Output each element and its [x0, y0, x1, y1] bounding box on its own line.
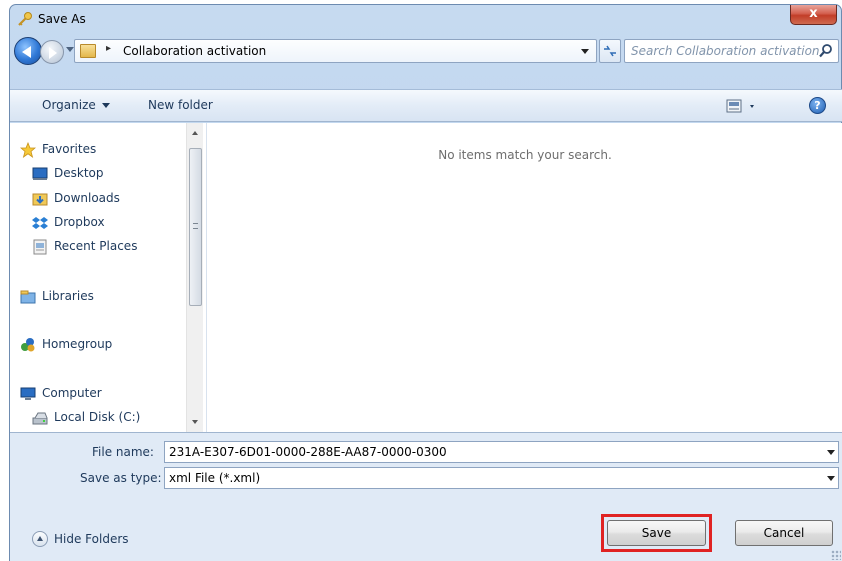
- sidebar-item-label: Libraries: [42, 289, 94, 303]
- recent-locations-dropdown[interactable]: [66, 47, 74, 52]
- file-list-pane[interactable]: No items match your search.: [206, 123, 842, 432]
- change-view-button[interactable]: [726, 99, 758, 114]
- search-placeholder: Search Collaboration activation: [631, 44, 820, 58]
- search-icon[interactable]: [818, 43, 834, 59]
- close-button[interactable]: x: [790, 5, 837, 25]
- sidebar-item-label: Desktop: [54, 166, 104, 180]
- homegroup-icon: [21, 338, 35, 352]
- forward-arrow-icon: [49, 47, 57, 59]
- save-type-value: xml File (*.xml): [169, 471, 261, 485]
- back-button[interactable]: [14, 37, 42, 65]
- key-icon: [18, 12, 32, 26]
- scroll-down-icon[interactable]: [192, 420, 198, 424]
- forward-button[interactable]: [40, 40, 64, 64]
- computer-icon: [20, 387, 36, 400]
- search-input[interactable]: Search Collaboration activation: [624, 39, 839, 63]
- sidebar-item-label: Homegroup: [42, 337, 113, 351]
- new-folder-button[interactable]: New folder: [148, 98, 213, 112]
- organize-label: Organize: [42, 98, 96, 112]
- star-icon: [20, 142, 36, 158]
- window-title: Save As: [38, 12, 86, 26]
- save-type-select[interactable]: xml File (*.xml): [164, 467, 839, 489]
- desktop-icon: [32, 167, 48, 180]
- dropbox-icon: [32, 217, 48, 229]
- title-bar[interactable]: Save As x: [10, 5, 841, 31]
- sidebar-item-label: Local Disk (C:): [54, 410, 141, 424]
- sidebar-item-label: Favorites: [42, 142, 97, 156]
- refresh-button[interactable]: [599, 39, 621, 63]
- scroll-up-icon[interactable]: [192, 131, 198, 135]
- address-history-dropdown[interactable]: [581, 49, 589, 54]
- file-name-label: File name:: [92, 445, 154, 459]
- command-bar: Organize New folder ?: [10, 89, 842, 122]
- save-type-label: Save as type:: [80, 471, 162, 485]
- sidebar-item-label: Computer: [42, 386, 102, 400]
- libraries-icon: [20, 290, 36, 304]
- chevron-down-icon[interactable]: [827, 476, 835, 481]
- sidebar-item-label: Recent Places: [54, 239, 138, 253]
- folder-icon: [80, 44, 96, 58]
- hard-drive-icon: [32, 412, 48, 425]
- refresh-icon: [604, 45, 616, 57]
- chevron-down-icon: [101, 103, 110, 108]
- navigation-pane: Favorites Desktop Downloads Dropbox Rece…: [10, 123, 206, 432]
- downloads-folder-icon: [32, 193, 48, 206]
- collapse-up-icon: [32, 531, 48, 547]
- sidebar-item-label: Dropbox: [54, 215, 105, 229]
- recent-places-icon: [33, 239, 47, 255]
- save-options-panel: File name: 231A-E307-6D01-0000-288E-AA87…: [10, 432, 842, 561]
- cancel-button[interactable]: Cancel: [735, 520, 833, 546]
- chevron-down-icon[interactable]: [827, 450, 835, 455]
- empty-state-message: No items match your search.: [438, 148, 612, 162]
- help-button[interactable]: ?: [809, 97, 826, 114]
- save-as-dialog: Save As x ▸ Collaboration activation Sea…: [9, 4, 842, 561]
- navigation-scrollbar[interactable]: [186, 123, 203, 432]
- grip-icon: [193, 223, 198, 229]
- hide-folders-button[interactable]: Hide Folders: [32, 531, 129, 547]
- file-name-value[interactable]: 231A-E307-6D01-0000-288E-AA87-0000-0300: [169, 445, 447, 459]
- hide-folders-label: Hide Folders: [54, 532, 129, 546]
- organize-menu[interactable]: Organize: [42, 98, 110, 112]
- file-name-field[interactable]: 231A-E307-6D01-0000-288E-AA87-0000-0300: [164, 441, 839, 463]
- breadcrumb-separator-icon[interactable]: ▸: [106, 43, 111, 54]
- back-arrow-icon: [22, 46, 31, 58]
- address-bar[interactable]: ▸ Collaboration activation: [74, 39, 597, 63]
- sidebar-item-label: Downloads: [54, 191, 120, 205]
- save-button[interactable]: Save: [607, 520, 706, 546]
- resize-grip-icon[interactable]: [831, 550, 841, 560]
- scrollbar-thumb[interactable]: [189, 148, 202, 306]
- breadcrumb-current-folder[interactable]: Collaboration activation: [123, 44, 266, 58]
